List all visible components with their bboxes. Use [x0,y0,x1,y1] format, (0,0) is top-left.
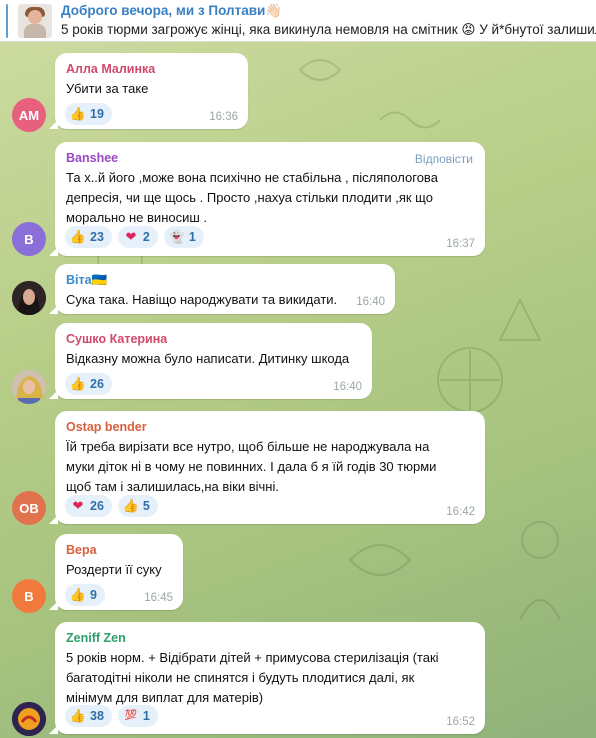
pinned-text: 5 років тюрми загрожує жінці, яка викину… [61,22,596,37]
reaction-heart[interactable]: ❤ 26 [65,495,112,517]
avatar[interactable] [12,281,46,315]
avatar-photo [12,281,46,315]
message-text: Убити за таке [66,81,149,96]
reaction-ghost[interactable]: 👻 1 [163,226,204,248]
reaction-thumbs-up[interactable]: 👍 38 [65,705,112,727]
avatar[interactable]: В [12,579,46,613]
pinned-title: Доброго вечора, ми з Полтави👋🏻 [61,3,283,18]
thumbs-up-icon: 👍 [69,229,87,244]
reaction-thumbs-up[interactable]: 👍 23 [65,226,112,248]
message-bubble[interactable]: Banshee Відповісти Та х..й його ,може во… [49,142,485,256]
avatar[interactable]: B [12,222,46,256]
avatar[interactable] [12,370,46,404]
pinned-indicator [6,4,8,38]
message-text: Роздерти її суку [66,562,162,577]
pinned-message-bar[interactable]: Доброго вечора, ми з Полтави👋🏻 5 років т… [0,0,596,42]
thumbs-up-icon: 👍 [69,376,87,391]
message-text: Сука така. Навіщо народжувати та викидат… [66,292,338,307]
ghost-icon: 👻 [168,229,185,244]
thumbs-up-icon: 👍 [69,587,87,602]
avatar[interactable]: OB [12,491,46,525]
avatar[interactable] [12,702,46,736]
thumbs-up-icon: 👍 [69,106,87,121]
thumbs-up-icon: 👍 [69,708,87,723]
message-bubble[interactable]: Сушко Катерина Відказну можна було напис… [49,323,372,399]
message-bubble[interactable]: Алла Малинка Убити за таке 👍 19 16:36 [49,53,248,129]
reaction-hundred[interactable]: 💯 1 [117,705,158,727]
message-time: 16:40 [333,381,362,393]
message-time: 16:36 [209,111,238,123]
message-time: 16:42 [446,506,475,518]
sender-name[interactable]: Алла Малинка [66,61,237,77]
message-bubble[interactable]: Zeniff Zen 5 років норм. + Відібрати діт… [49,622,485,734]
avatar-photo [12,370,46,404]
message-time: 16:40 [356,296,385,308]
message-text: Відказну можна було написати. Дитинку шк… [66,351,350,366]
reaction-thumbs-up[interactable]: 👍 9 [65,584,105,606]
message-text: Та х..й його ,може вона психічно не стаб… [66,170,438,225]
heart-icon: ❤ [125,229,137,244]
message-bubble[interactable]: Вера Роздерти її суку 👍 9 16:45 [49,534,183,610]
message-time: 16:52 [446,716,475,728]
sender-name[interactable]: Віта🇺🇦 [66,272,384,288]
reaction-thumbs-up[interactable]: 👍 26 [65,373,112,395]
sender-name[interactable]: Zeniff Zen [66,630,474,646]
sender-name[interactable]: Banshee [66,150,474,166]
message-text: 5 років норм. + Відібрати дітей + примус… [66,650,439,705]
hundred-points-icon: 💯 [124,710,138,721]
sender-name[interactable]: Вера [66,542,172,558]
reaction-thumbs-up[interactable]: 👍 5 [117,495,158,517]
reply-button[interactable]: Відповісти [415,152,473,166]
pinned-thumbnail [18,4,52,38]
reaction-heart[interactable]: ❤ 2 [117,226,158,248]
avatar[interactable]: АМ [12,98,46,132]
message-bubble[interactable]: Віта🇺🇦 Сука така. Навіщо народжувати та … [49,264,395,314]
thumbs-up-icon: 👍 [122,498,139,513]
message-time: 16:45 [144,592,173,604]
message-bubble[interactable]: Ostap bender Їй треба вирізати все нутро… [49,411,485,524]
sender-name[interactable]: Ostap bender [66,419,474,435]
avatar-photo [12,702,46,736]
reaction-thumbs-up[interactable]: 👍 19 [65,103,112,125]
heart-icon: ❤ [72,498,84,513]
message-text: Їй треба вирізати все нутро, щоб більше … [66,439,437,494]
sender-name[interactable]: Сушко Катерина [66,331,361,347]
message-time: 16:37 [446,238,475,250]
